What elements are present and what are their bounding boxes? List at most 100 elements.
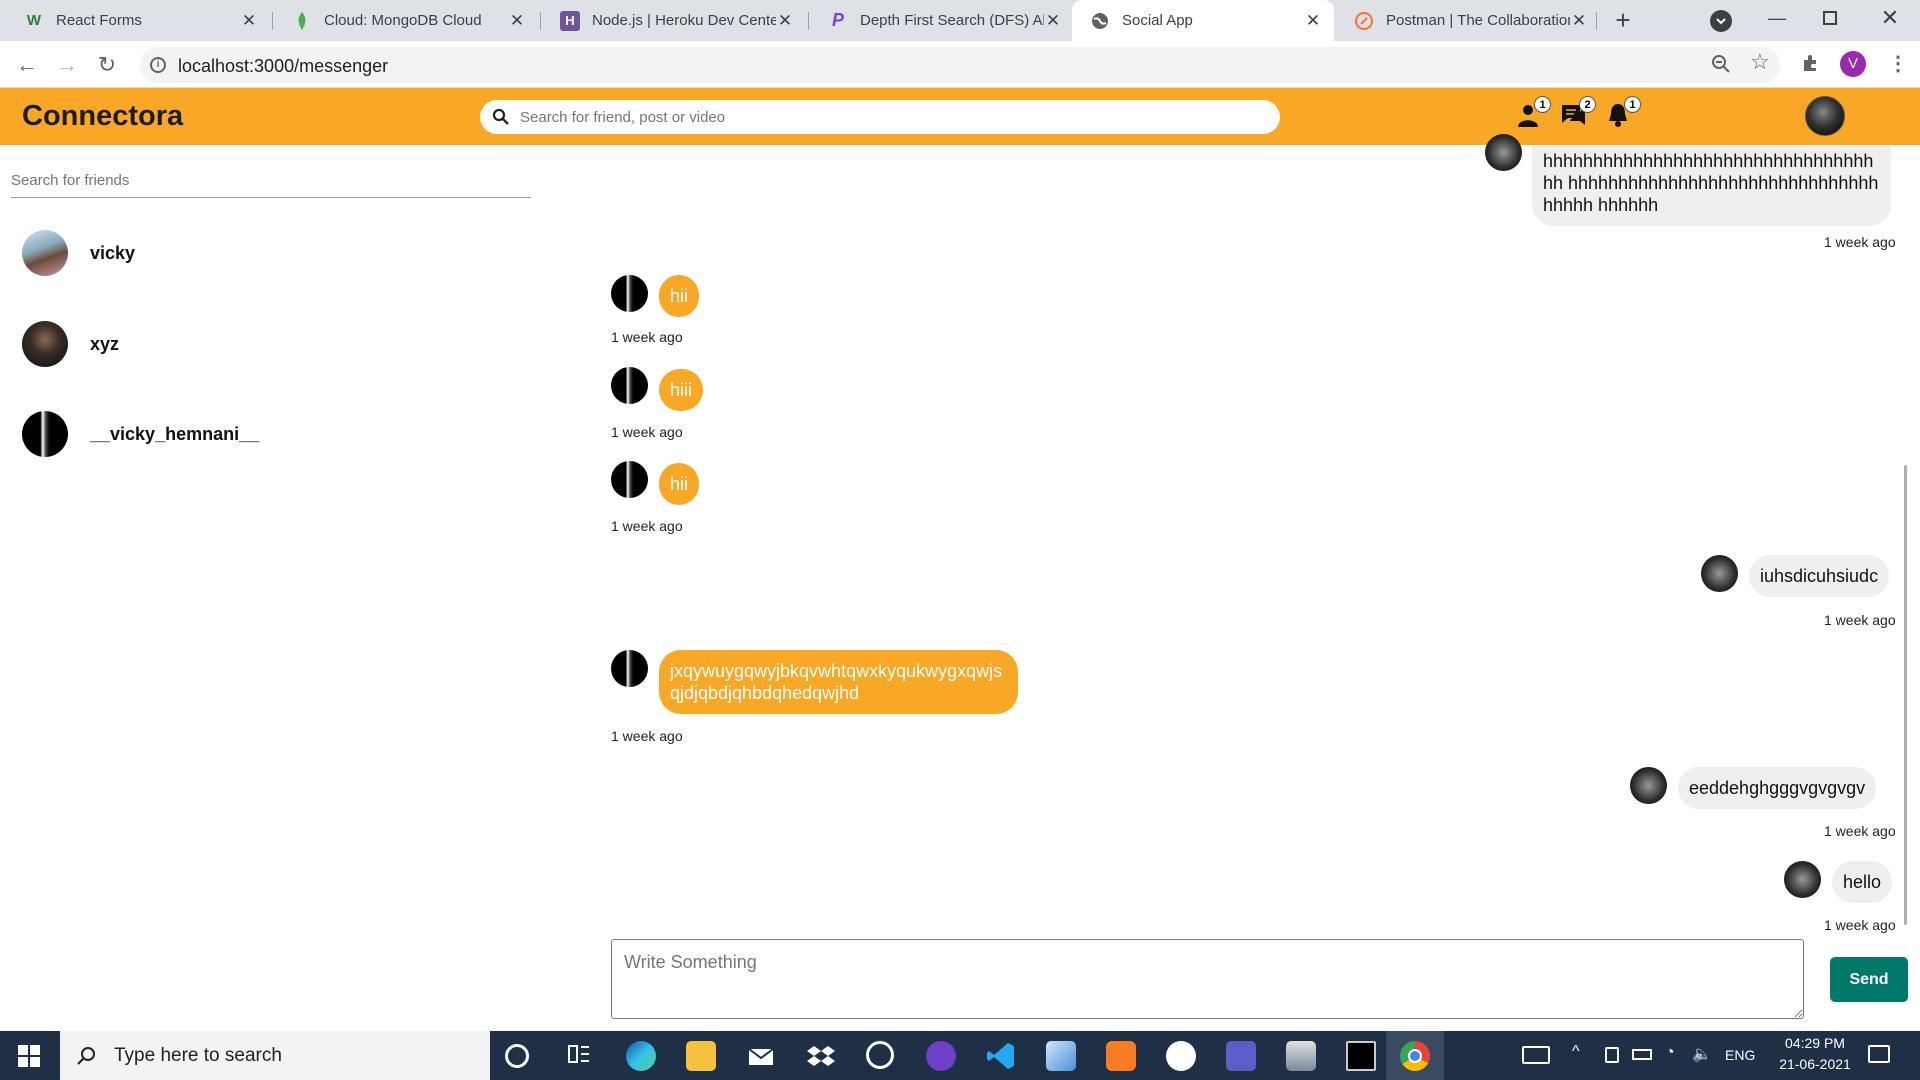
close-tab-icon[interactable]: ✕ bbox=[1304, 11, 1322, 30]
friend-message-avatar bbox=[611, 367, 648, 404]
device-icon[interactable] bbox=[1605, 1047, 1619, 1063]
messages-badge: 2 bbox=[1579, 96, 1596, 113]
close-tab-icon[interactable]: ✕ bbox=[508, 11, 526, 30]
control-panel-icon[interactable] bbox=[1286, 1041, 1316, 1071]
taskbar-search-placeholder: Type here to search bbox=[114, 1044, 282, 1066]
wifi-icon[interactable]: ◔ bbox=[1665, 1044, 1675, 1062]
friend-item[interactable]: __vicky_hemnani__ bbox=[22, 410, 259, 458]
message-bubble-own: iuhsdicuhsiudc bbox=[1749, 555, 1890, 597]
messages-icon[interactable]: 2 bbox=[1560, 96, 1596, 132]
bookmark-star-icon[interactable]: ☆ bbox=[1750, 49, 1770, 75]
message-time: 1 week ago bbox=[1824, 917, 1896, 933]
news-widget-icon[interactable] bbox=[1522, 1046, 1550, 1064]
friend-requests-badge: 1 bbox=[1534, 96, 1551, 113]
window-close-icon[interactable]: ✕ bbox=[1878, 5, 1902, 30]
friend-name: xyz bbox=[90, 333, 120, 354]
task-view-icon[interactable] bbox=[566, 1041, 596, 1071]
file-explorer-icon[interactable] bbox=[686, 1041, 716, 1071]
new-tab-plus-icon[interactable]: + bbox=[1608, 6, 1638, 36]
site-info-icon[interactable]: i bbox=[150, 57, 166, 73]
close-tab-icon[interactable]: ✕ bbox=[1570, 11, 1588, 30]
user-avatar[interactable] bbox=[1805, 96, 1845, 136]
windows-taskbar: Type here to search ^ ◔ 🔈 ENG 04:29 PM 2… bbox=[0, 1031, 1920, 1080]
message-composer[interactable] bbox=[611, 939, 1804, 1019]
reload-icon[interactable]: ↻ bbox=[92, 50, 122, 80]
friend-name: __vicky_hemnani__ bbox=[90, 423, 260, 444]
w-favicon-icon: W bbox=[26, 12, 42, 29]
friend-search-input[interactable] bbox=[11, 163, 531, 198]
cortana-icon[interactable] bbox=[505, 1044, 529, 1068]
send-button[interactable]: Send bbox=[1830, 957, 1908, 1002]
message-time: 1 week ago bbox=[1824, 612, 1896, 628]
tab-heroku[interactable]: H Node.js | Heroku Dev Cente ✕ bbox=[542, 0, 806, 41]
notifications-badge: 1 bbox=[1624, 96, 1641, 113]
message-bubble-own: hello bbox=[1832, 861, 1893, 903]
notifications-bell-icon[interactable]: 1 bbox=[1605, 96, 1641, 132]
chat-scrollbar[interactable] bbox=[1904, 465, 1907, 925]
github-desktop-icon[interactable] bbox=[926, 1041, 956, 1071]
mail-icon[interactable] bbox=[746, 1041, 776, 1071]
action-center-icon[interactable] bbox=[1868, 1045, 1890, 1063]
maximize-icon[interactable] bbox=[1823, 11, 1837, 25]
extensions-puzzle-icon[interactable] bbox=[1800, 52, 1822, 79]
dropbox-icon[interactable] bbox=[806, 1041, 836, 1071]
tab-react-forms[interactable]: W React Forms ✕ bbox=[6, 0, 270, 41]
friend-item[interactable]: vicky bbox=[22, 229, 135, 277]
profile-avatar[interactable]: V bbox=[1840, 51, 1866, 77]
app-launcher-icon[interactable] bbox=[866, 1041, 894, 1069]
close-tab-icon[interactable]: ✕ bbox=[776, 11, 794, 30]
url-text[interactable]: localhost:3000/messenger bbox=[178, 56, 388, 77]
battery-icon[interactable] bbox=[1632, 1049, 1652, 1060]
tab-title: Node.js | Heroku Dev Cente bbox=[592, 12, 776, 29]
zoom-icon[interactable] bbox=[1710, 53, 1732, 80]
friend-message-avatar bbox=[611, 275, 648, 312]
app-header: Connectora 1 2 1 bbox=[0, 88, 1920, 145]
global-search-input[interactable] bbox=[518, 107, 1258, 127]
search-icon bbox=[492, 108, 509, 125]
message-time: 1 week ago bbox=[611, 518, 683, 534]
message-bubble-friend: hii bbox=[659, 463, 700, 505]
wps-icon[interactable] bbox=[1166, 1041, 1196, 1071]
windows-start-icon[interactable] bbox=[18, 1045, 40, 1072]
postman-favicon-icon bbox=[1354, 11, 1374, 31]
friend-item[interactable]: xyz bbox=[22, 320, 119, 368]
back-arrow-icon[interactable]: ← bbox=[12, 50, 42, 80]
friend-avatar bbox=[22, 230, 68, 276]
brand-logo[interactable]: Connectora bbox=[22, 100, 183, 133]
clock-time[interactable]: 04:29 PM bbox=[1775, 1035, 1855, 1051]
virtualbox-icon[interactable] bbox=[1046, 1041, 1076, 1071]
xampp-icon[interactable] bbox=[1106, 1041, 1136, 1071]
message-bubble-friend: jxqywuygqwyjbkqvwhtqwxkyqukwygxqwjs qjdj… bbox=[659, 650, 1018, 714]
teams-icon[interactable] bbox=[1226, 1041, 1256, 1071]
close-tab-icon[interactable]: ✕ bbox=[240, 11, 258, 30]
terminal-icon[interactable] bbox=[1346, 1041, 1376, 1071]
vscode-icon[interactable] bbox=[986, 1041, 1016, 1071]
message-bubble-friend: hii bbox=[659, 275, 700, 317]
volume-icon[interactable]: 🔈 bbox=[1692, 1044, 1712, 1064]
chrome-menu-icon[interactable]: ⋮ bbox=[1888, 51, 1908, 76]
tab-separator bbox=[808, 12, 809, 30]
forward-arrow-icon[interactable]: → bbox=[52, 50, 82, 80]
p-favicon-icon: P bbox=[831, 10, 844, 30]
tab-title: Cloud: MongoDB Cloud bbox=[324, 12, 482, 29]
tab-search-icon[interactable] bbox=[1710, 10, 1732, 32]
message-time: 1 week ago bbox=[611, 329, 683, 345]
tab-title: Depth First Search (DFS) Alg bbox=[860, 12, 1044, 29]
friend-requests-icon[interactable]: 1 bbox=[1515, 96, 1551, 132]
minimize-icon[interactable]: — bbox=[1765, 8, 1789, 32]
leaf-favicon-icon bbox=[292, 11, 312, 31]
edge-browser-icon[interactable] bbox=[626, 1041, 656, 1071]
clock-date[interactable]: 21-06-2021 bbox=[1770, 1056, 1860, 1072]
language-indicator[interactable]: ENG bbox=[1725, 1047, 1755, 1063]
tab-mongodb[interactable]: Cloud: MongoDB Cloud ✕ bbox=[274, 0, 538, 41]
chevron-up-icon[interactable]: ^ bbox=[1572, 1043, 1580, 1061]
tab-postman[interactable]: Postman | The Collaboration ✕ bbox=[1336, 0, 1600, 41]
message-time: 1 week ago bbox=[611, 424, 683, 440]
tab-dfs[interactable]: P Depth First Search (DFS) Alg ✕ bbox=[810, 0, 1074, 41]
friend-avatar bbox=[22, 321, 68, 367]
close-tab-icon[interactable]: ✕ bbox=[1044, 11, 1062, 30]
tab-social-app[interactable]: Social App ✕ bbox=[1072, 0, 1334, 41]
chrome-taskbar-active[interactable] bbox=[1386, 1031, 1444, 1080]
taskbar-search-box[interactable]: Type here to search bbox=[60, 1031, 490, 1080]
global-search-bar[interactable] bbox=[480, 100, 1280, 134]
